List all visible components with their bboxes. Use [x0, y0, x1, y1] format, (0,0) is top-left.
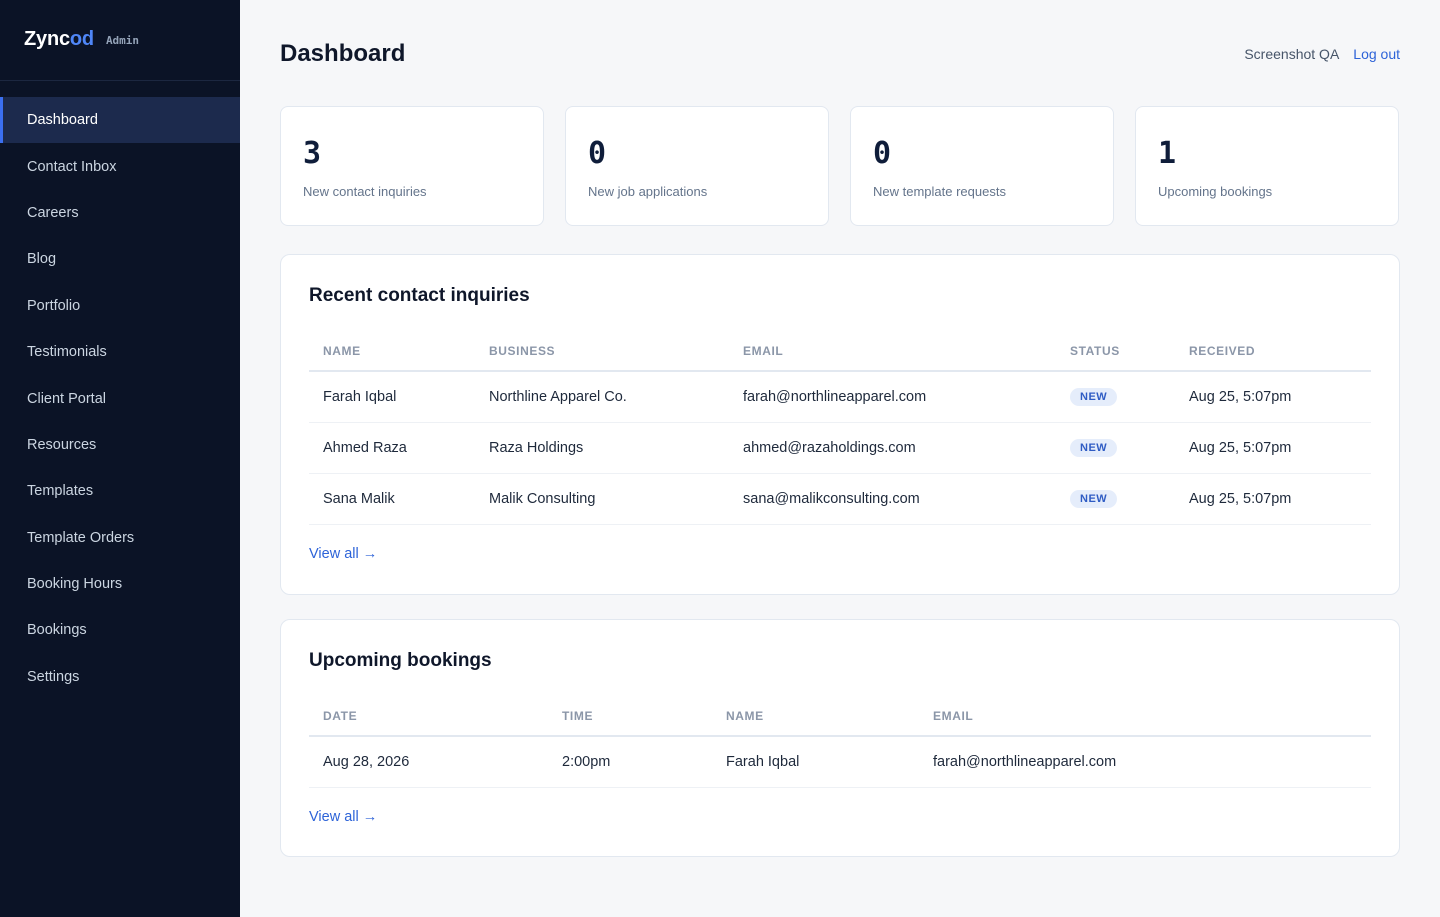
- cell-name: Farah Iqbal: [712, 736, 919, 788]
- cell-email: ahmed@razaholdings.com: [729, 422, 1056, 474]
- cell-status: NEW: [1056, 422, 1175, 474]
- view-all-inquiries-link[interactable]: View all →: [309, 546, 377, 562]
- panel-title: Upcoming bookings: [309, 650, 492, 671]
- cell-business: Malik Consulting: [475, 473, 729, 525]
- sidebar-item-contact-inbox[interactable]: Contact Inbox: [0, 143, 240, 189]
- stat-label: New job applications: [588, 184, 708, 199]
- brand-tag: Admin: [105, 34, 140, 47]
- table-header-row: Date Time Name Email: [309, 696, 1371, 737]
- cell-business: Northline Apparel Co.: [475, 371, 729, 423]
- brand[interactable]: Zyncod Admin: [0, 0, 240, 81]
- cell-time: 2:00pm: [548, 736, 712, 788]
- stat-value: 1: [1158, 136, 1177, 171]
- page-title: Dashboard: [280, 40, 406, 67]
- cell-name: Sana Malik: [309, 473, 475, 525]
- sidebar-item-blog[interactable]: Blog: [0, 236, 240, 282]
- panel-title: Recent contact inquiries: [309, 285, 530, 306]
- stat-value: 0: [588, 136, 607, 171]
- bookings-table: Date Time Name Email Aug 28, 2026 2:00pm…: [309, 696, 1371, 788]
- column-header[interactable]: Email: [919, 696, 1371, 737]
- sidebar-item-template-orders[interactable]: Template Orders: [0, 515, 240, 561]
- stats-row: 3 New contact inquiries 0 New job applic…: [280, 106, 1400, 226]
- stat-label: Upcoming bookings: [1158, 184, 1273, 199]
- table-row[interactable]: Sana Malik Malik Consulting sana@malikco…: [309, 473, 1371, 525]
- status-badge: NEW: [1070, 438, 1118, 457]
- sidebar-item-booking-hours[interactable]: Booking Hours: [0, 561, 240, 607]
- column-header[interactable]: Name: [309, 331, 475, 372]
- upcoming-bookings-panel: Upcoming bookings Date Time Name Email A…: [280, 619, 1400, 857]
- cell-email: farah@northlineapparel.com: [729, 371, 1056, 423]
- cell-status: NEW: [1056, 473, 1175, 525]
- cell-received: Aug 25, 5:07pm: [1175, 422, 1371, 474]
- user-name: Screenshot QA: [1244, 46, 1340, 62]
- table-row[interactable]: Aug 28, 2026 2:00pm Farah Iqbal farah@no…: [309, 736, 1371, 788]
- cell-email: farah@northlineapparel.com: [919, 736, 1371, 788]
- column-header[interactable]: Email: [729, 331, 1056, 372]
- sidebar-item-settings[interactable]: Settings: [0, 654, 240, 700]
- cell-date: Aug 28, 2026: [309, 736, 548, 788]
- sidebar-item-client-portal[interactable]: Client Portal: [0, 375, 240, 421]
- status-badge: NEW: [1070, 489, 1118, 508]
- column-header[interactable]: Date: [309, 696, 548, 737]
- column-header[interactable]: Received: [1175, 331, 1371, 372]
- sidebar-item-bookings[interactable]: Bookings: [0, 607, 240, 653]
- table-row[interactable]: Ahmed Raza Raza Holdings ahmed@razaholdi…: [309, 422, 1371, 474]
- brand-logo: Zyncod: [24, 27, 94, 50]
- cell-status: NEW: [1056, 371, 1175, 423]
- cell-email: sana@malikconsulting.com: [729, 473, 1056, 525]
- column-header[interactable]: Business: [475, 331, 729, 372]
- table-row[interactable]: Farah Iqbal Northline Apparel Co. farah@…: [309, 371, 1371, 423]
- cell-received: Aug 25, 5:07pm: [1175, 473, 1371, 525]
- table-header-row: Name Business Email Status Received: [309, 331, 1371, 372]
- column-header[interactable]: Name: [712, 696, 919, 737]
- cell-name: Ahmed Raza: [309, 422, 475, 474]
- sidebar-item-testimonials[interactable]: Testimonials: [0, 329, 240, 375]
- user-bar: Screenshot QA Log out: [1244, 46, 1400, 62]
- stat-card-contact-inquiries[interactable]: 3 New contact inquiries: [280, 106, 544, 226]
- stat-card-template-requests[interactable]: 0 New template requests: [850, 106, 1114, 226]
- stat-label: New template requests: [873, 184, 1006, 199]
- logout-link[interactable]: Log out: [1353, 46, 1400, 62]
- view-all-bookings-link[interactable]: View all →: [309, 809, 377, 825]
- inquiries-table: Name Business Email Status Received Fara…: [309, 331, 1371, 525]
- stat-value: 0: [873, 136, 892, 171]
- stat-card-upcoming-bookings[interactable]: 1 Upcoming bookings: [1135, 106, 1399, 226]
- stat-label: New contact inquiries: [303, 184, 427, 199]
- cell-received: Aug 25, 5:07pm: [1175, 371, 1371, 423]
- cell-business: Raza Holdings: [475, 422, 729, 474]
- sidebar-item-templates[interactable]: Templates: [0, 468, 240, 514]
- sidebar-item-careers[interactable]: Careers: [0, 190, 240, 236]
- sidebar-item-resources[interactable]: Resources: [0, 422, 240, 468]
- sidebar-nav: Dashboard Contact Inbox Careers Blog Por…: [0, 97, 240, 700]
- status-badge: NEW: [1070, 387, 1118, 406]
- sidebar: Zyncod Admin Dashboard Contact Inbox Car…: [0, 0, 240, 917]
- sidebar-item-portfolio[interactable]: Portfolio: [0, 283, 240, 329]
- cell-name: Farah Iqbal: [309, 371, 475, 423]
- column-header[interactable]: Time: [548, 696, 712, 737]
- sidebar-item-dashboard[interactable]: Dashboard: [0, 97, 240, 144]
- stat-card-job-applications[interactable]: 0 New job applications: [565, 106, 829, 226]
- stat-value: 3: [303, 136, 322, 171]
- column-header[interactable]: Status: [1056, 331, 1175, 372]
- main-content: Dashboard Screenshot QA Log out 3 New co…: [240, 0, 1440, 917]
- recent-inquiries-panel: Recent contact inquiries Name Business E…: [280, 254, 1400, 595]
